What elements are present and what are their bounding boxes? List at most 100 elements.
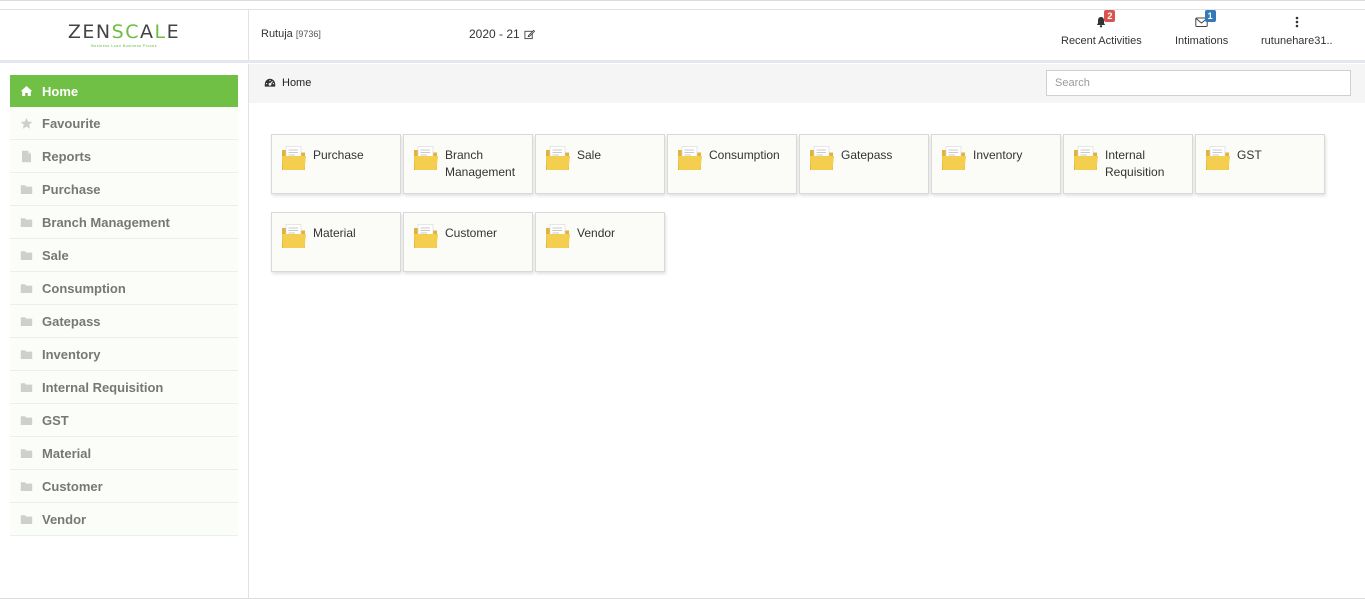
folder-icon (20, 249, 33, 262)
module-tiles: Purchase Branch Management Sale Consumption… (271, 134, 1331, 272)
sidebar-item-label: Home (42, 83, 79, 99)
sidebar-item-gatepass[interactable]: Gatepass (10, 305, 238, 338)
financial-year[interactable]: 2020 - 21 (469, 27, 535, 41)
sidebar-item-inventory[interactable]: Inventory (10, 338, 238, 371)
folder-icon (20, 381, 33, 394)
sidebar-item-customer[interactable]: Customer (10, 470, 238, 503)
user-name-text: Rutuja (261, 28, 293, 40)
folder-icon (20, 183, 33, 196)
folder-icon (20, 216, 33, 229)
sidebar-item-purchase[interactable]: Purchase (10, 173, 238, 206)
sidebar-item-label: Branch Management (42, 214, 170, 230)
edit-icon[interactable] (524, 29, 535, 40)
tile-label: Material (313, 226, 356, 240)
sidebar-item-gst[interactable]: GST (10, 404, 238, 437)
tile-vendor[interactable]: Vendor (535, 212, 665, 272)
tile-gatepass[interactable]: Gatepass (799, 134, 929, 194)
tile-label: Consumption (709, 148, 780, 162)
logo-tagline: Business Loan Business Proces (91, 43, 157, 48)
sidebar-item-favourite[interactable]: Favourite (10, 107, 238, 140)
tile-branch-management[interactable]: Branch Management (403, 134, 533, 194)
app-window: ZENSCALE Business Loan Business Proces R… (0, 0, 1365, 599)
sidebar-item-reports[interactable]: Reports (10, 140, 238, 173)
folder-icon (413, 223, 439, 250)
search-input[interactable] (1046, 70, 1351, 96)
user-code: [9736] (295, 29, 321, 39)
sidebar-item-internal-requisition[interactable]: Internal Requisition (10, 371, 238, 404)
folder-icon (20, 414, 33, 427)
logo[interactable]: ZENSCALE Business Loan Business Proces (0, 10, 249, 60)
tile-material[interactable]: Material (271, 212, 401, 272)
folder-icon (20, 447, 33, 460)
breadcrumb[interactable]: Home (264, 77, 311, 89)
sidebar-item-label: Consumption (42, 280, 126, 296)
financial-year-text: 2020 - 21 (469, 27, 520, 41)
file-icon (20, 150, 33, 163)
tile-inventory[interactable]: Inventory (931, 134, 1061, 194)
recent-activities-button[interactable]: 2 Recent Activities (1061, 10, 1142, 47)
sidebar-item-consumption[interactable]: Consumption (10, 272, 238, 305)
sidebar-item-label: Purchase (42, 181, 101, 197)
breadcrumb-home: Home (282, 77, 312, 89)
sidebar-item-label: Inventory (42, 346, 101, 362)
folder-icon (1205, 145, 1231, 172)
sidebar-item-label: Reports (42, 148, 92, 164)
tile-label: Gatepass (841, 148, 893, 162)
sidebar: Home Favourite Reports Purchase Branch Manag… (10, 75, 238, 536)
breadcrumb-bar: Home (249, 64, 1365, 103)
folder-icon (677, 145, 703, 172)
account-menu-button[interactable]: rutunehare31.. (1261, 12, 1333, 47)
account-name: rutunehare31.. (1261, 35, 1333, 47)
logo-wordmark: ZENSCALE (67, 21, 181, 43)
current-user: Rutuja [9736] (261, 28, 321, 40)
folder-icon (545, 145, 571, 172)
sidebar-item-vendor[interactable]: Vendor (10, 503, 238, 536)
tile-label: GST (1237, 148, 1262, 162)
sidebar-item-label: Sale (42, 247, 69, 263)
tile-label: Internal Requisition (1105, 148, 1165, 179)
sidebar-item-label: Internal Requisition (42, 379, 164, 395)
folder-icon (20, 282, 33, 295)
intimations-badge: 1 (1204, 10, 1216, 22)
sidebar-item-label: GST (42, 412, 69, 428)
dashboard-icon (264, 78, 276, 87)
sidebar-item-material[interactable]: Material (10, 437, 238, 470)
folder-icon (20, 513, 33, 526)
folder-icon (545, 223, 571, 250)
tile-sale[interactable]: Sale (535, 134, 665, 194)
sidebar-item-sale[interactable]: Sale (10, 239, 238, 272)
top-header: ZENSCALE Business Loan Business Proces R… (0, 9, 1365, 63)
tile-label: Inventory (973, 148, 1023, 162)
folder-icon (941, 145, 967, 172)
star-icon (20, 117, 33, 130)
sidebar-item-home[interactable]: Home (10, 75, 238, 107)
sidebar-item-label: Customer (42, 478, 103, 494)
folder-icon (1073, 145, 1099, 172)
sidebar-item-label: Gatepass (42, 313, 101, 329)
sidebar-item-label: Vendor (42, 511, 87, 527)
tile-consumption[interactable]: Consumption (667, 134, 797, 194)
folder-icon (413, 145, 439, 172)
folder-icon (20, 348, 33, 361)
sidebar-frame: Home Favourite Reports Purchase Branch Manag… (0, 64, 249, 599)
tile-label: Purchase (313, 148, 364, 162)
tile-label: Customer (445, 226, 498, 240)
tile-internal-requisition[interactable]: Internal Requisition (1063, 134, 1193, 194)
tile-label: Vendor (577, 226, 616, 240)
recent-activities-badge: 2 (1104, 10, 1116, 22)
tile-purchase[interactable]: Purchase (271, 134, 401, 194)
sidebar-item-label: Material (42, 445, 92, 461)
tile-customer[interactable]: Customer (403, 212, 533, 272)
tile-gst[interactable]: GST (1195, 134, 1325, 194)
folder-icon (281, 223, 307, 250)
tile-label: Sale (577, 148, 602, 162)
sidebar-item-branch-management[interactable]: Branch Management (10, 206, 238, 239)
folder-icon (20, 480, 33, 493)
home-icon (20, 85, 33, 98)
intimations-button[interactable]: 1 Intimations (1175, 10, 1228, 47)
folder-icon (281, 145, 307, 172)
vertical-dots-icon (1295, 16, 1299, 28)
recent-activities-label: Recent Activities (1061, 35, 1142, 47)
sidebar-item-label: Favourite (42, 115, 101, 131)
folder-icon (20, 315, 33, 328)
